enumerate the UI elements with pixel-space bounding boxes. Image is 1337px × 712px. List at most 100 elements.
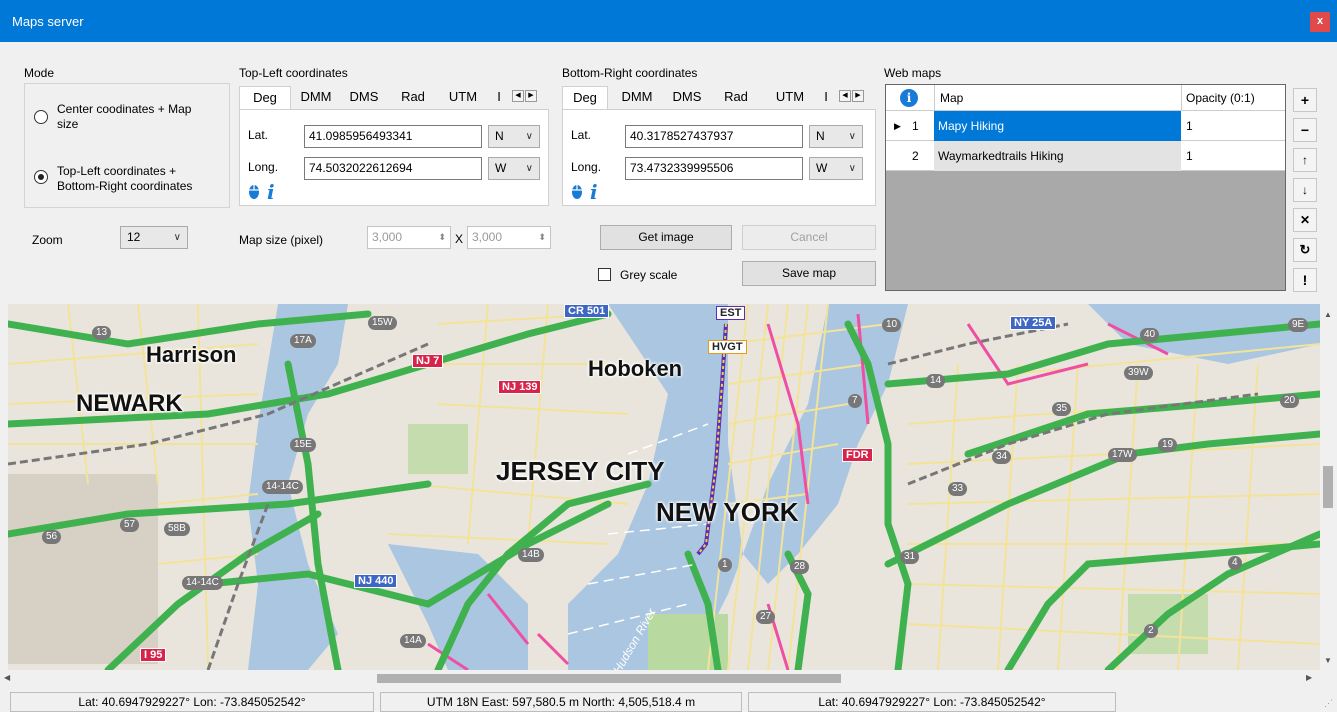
resize-grip-icon[interactable]: ⋰ bbox=[1324, 698, 1333, 709]
zoom-select[interactable]: 12 ∨ bbox=[120, 226, 188, 249]
tab-utm[interactable]: UTM bbox=[439, 86, 487, 110]
road-number-badge: 14A bbox=[400, 634, 426, 648]
top-left-tabs: Deg DMM DMS Rad UTM I ◀ ▶ bbox=[239, 86, 555, 110]
city-label: NEW YORK bbox=[656, 497, 799, 527]
tab-dmm[interactable]: DMM bbox=[614, 86, 660, 110]
road-number-badge: 14 bbox=[926, 374, 946, 388]
city-label: NEWARK bbox=[76, 390, 183, 417]
route-shield: NJ 139 bbox=[498, 380, 542, 394]
mouse-pick-icon[interactable] bbox=[246, 182, 262, 200]
tab-more[interactable]: I bbox=[818, 86, 834, 110]
spinner-icon[interactable]: ⬍ bbox=[438, 227, 446, 248]
mode-center-label[interactable]: Center coodinates + Map size bbox=[57, 102, 191, 132]
road-number-badge: 40 bbox=[1140, 328, 1160, 342]
row-opacity-cell[interactable]: 1 bbox=[1182, 111, 1285, 141]
header-map[interactable]: Map bbox=[940, 91, 963, 105]
mode-center-radio[interactable] bbox=[34, 110, 48, 124]
move-down-button[interactable]: ↓ bbox=[1293, 178, 1317, 202]
tab-dmm[interactable]: DMM bbox=[293, 86, 339, 110]
tab-scroll-left-icon[interactable]: ◀ bbox=[839, 90, 851, 102]
table-row[interactable]: 2 Waymarkedtrails Hiking 1 bbox=[886, 141, 1285, 171]
scroll-left-icon[interactable]: ◀ bbox=[4, 673, 10, 682]
chevron-down-icon: ∨ bbox=[525, 163, 533, 174]
tab-more[interactable]: I bbox=[491, 86, 507, 110]
scroll-right-icon[interactable]: ▶ bbox=[1306, 673, 1312, 682]
mode-corners-label-line1: Top-Left coordinates + bbox=[57, 164, 177, 178]
route-shield: EST bbox=[716, 306, 746, 320]
remove-map-button[interactable]: − bbox=[1293, 118, 1317, 142]
spinner-icon[interactable]: ⬍ bbox=[538, 227, 546, 248]
scroll-down-icon[interactable]: ▼ bbox=[1324, 656, 1332, 665]
info-icon[interactable]: i bbox=[267, 180, 275, 204]
tab-utm[interactable]: UTM bbox=[766, 86, 814, 110]
tab-dms[interactable]: DMS bbox=[664, 86, 710, 110]
horizontal-scroll-thumb[interactable] bbox=[377, 674, 841, 683]
tab-scroll-left-icon[interactable]: ◀ bbox=[512, 90, 524, 102]
tab-deg[interactable]: Deg bbox=[562, 86, 608, 110]
bottom-right-panel: Lat. 40.3178527437937 N ∨ Long. 73.473233… bbox=[562, 109, 876, 206]
tab-dms[interactable]: DMS bbox=[341, 86, 387, 110]
map-width-input[interactable]: 3,000 ⬍ bbox=[367, 226, 451, 249]
bottom-right-lon-input[interactable]: 73.4732339995506 bbox=[625, 157, 803, 180]
save-map-button[interactable]: Save map bbox=[742, 261, 876, 286]
top-left-label: Top-Left coordinates bbox=[239, 66, 348, 80]
row-map-cell[interactable]: Waymarkedtrails Hiking bbox=[934, 141, 1181, 171]
cancel-button[interactable]: Cancel bbox=[742, 225, 876, 250]
bottom-right-lat-dir-select[interactable]: N ∨ bbox=[809, 125, 863, 148]
top-left-lon-label: Long. bbox=[248, 160, 279, 174]
top-left-lon-input[interactable]: 74.5032022612694 bbox=[304, 157, 482, 180]
mode-corners-label[interactable]: Top-Left coordinates + Bottom-Right coor… bbox=[57, 164, 192, 194]
road-number-badge: 17W bbox=[1108, 448, 1137, 462]
map-size-label: Map size (pixel) bbox=[239, 233, 324, 247]
horizontal-scrollbar[interactable]: ◀ ▶ bbox=[0, 670, 1320, 687]
mode-center-label-line1: Center coodinates + Map bbox=[57, 102, 192, 116]
road-number-badge: 27 bbox=[756, 610, 776, 624]
bottom-right-lon-label: Long. bbox=[571, 160, 602, 174]
bottom-right-lon-dir-select[interactable]: W ∨ bbox=[809, 157, 863, 180]
info-icon[interactable]: i bbox=[590, 180, 598, 204]
bottom-right-lon-dir-value: W bbox=[816, 161, 828, 175]
row-pointer-icon: ▶ bbox=[894, 121, 901, 131]
warning-button[interactable]: ! bbox=[1293, 268, 1317, 292]
status-lat-lon-2: Lat: 40.6947929227° Lon: -73.845052542° bbox=[748, 692, 1116, 712]
tab-scroll-right-icon[interactable]: ▶ bbox=[852, 90, 864, 102]
road-number-badge: 9E bbox=[1288, 318, 1309, 332]
get-image-button[interactable]: Get image bbox=[600, 225, 732, 250]
row-map-cell[interactable]: Mapy Hiking bbox=[934, 111, 1181, 141]
route-shield: CR 501 bbox=[564, 304, 610, 318]
mouse-pick-icon[interactable] bbox=[569, 182, 585, 200]
park bbox=[1128, 594, 1208, 654]
road-number-badge: 35 bbox=[1052, 402, 1072, 416]
road-number-badge: 2 bbox=[1144, 624, 1158, 638]
scroll-up-icon[interactable]: ▲ bbox=[1324, 310, 1332, 319]
tab-rad[interactable]: Rad bbox=[714, 86, 758, 110]
road-number-badge: 20 bbox=[1280, 394, 1300, 408]
tab-scroll-right-icon[interactable]: ▶ bbox=[525, 90, 537, 102]
map-view[interactable]: Harrison NEWARK Hoboken JERSEY CITY NEW … bbox=[8, 304, 1320, 670]
clear-button[interactable]: ✕ bbox=[1293, 208, 1317, 232]
close-button[interactable]: x bbox=[1310, 12, 1330, 32]
top-left-lat-input[interactable]: 41.0985956493341 bbox=[304, 125, 482, 148]
bottom-right-lat-input[interactable]: 40.3178527437937 bbox=[625, 125, 803, 148]
route-shield: NJ 440 bbox=[354, 574, 398, 588]
table-row[interactable]: ▶ 1 Mapy Hiking 1 bbox=[886, 111, 1285, 141]
add-map-button[interactable]: + bbox=[1293, 88, 1317, 112]
info-icon: i bbox=[900, 89, 918, 107]
mode-corners-radio[interactable] bbox=[34, 170, 48, 184]
row-opacity-cell[interactable]: 1 bbox=[1182, 141, 1285, 171]
map-height-input[interactable]: 3,000 ⬍ bbox=[467, 226, 551, 249]
window-title: Maps server bbox=[12, 14, 84, 29]
vertical-scrollbar[interactable]: ▲ ▼ bbox=[1320, 304, 1337, 670]
top-left-lon-dir-select[interactable]: W ∨ bbox=[488, 157, 540, 180]
road-number-badge: 14-14C bbox=[182, 576, 223, 590]
grey-scale-label[interactable]: Grey scale bbox=[620, 268, 677, 282]
top-left-lat-dir-select[interactable]: N ∨ bbox=[488, 125, 540, 148]
vertical-scroll-thumb[interactable] bbox=[1323, 466, 1333, 508]
route-shield: NY 25A bbox=[1010, 316, 1057, 330]
grey-scale-checkbox[interactable] bbox=[598, 268, 611, 281]
refresh-button[interactable]: ↻ bbox=[1293, 238, 1317, 262]
tab-rad[interactable]: Rad bbox=[391, 86, 435, 110]
header-opacity[interactable]: Opacity (0:1) bbox=[1186, 91, 1255, 105]
tab-deg[interactable]: Deg bbox=[239, 86, 291, 110]
move-up-button[interactable]: ↑ bbox=[1293, 148, 1317, 172]
